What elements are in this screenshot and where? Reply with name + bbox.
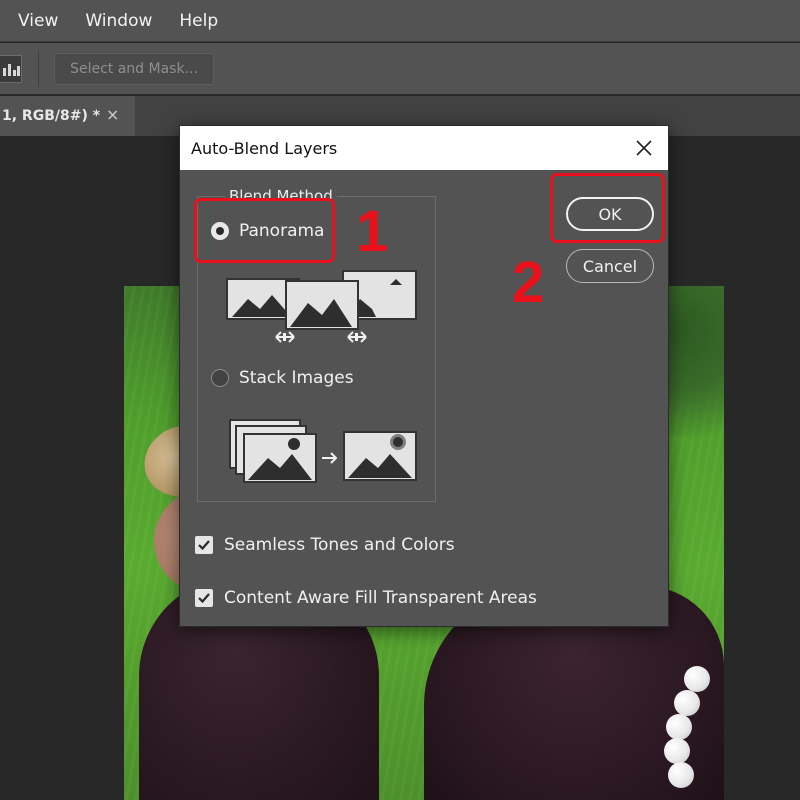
panorama-highlight-box [194,198,335,263]
content-aware-fill-label: Content Aware Fill Transparent Areas [224,588,537,608]
options-bar: Select and Mask... [0,43,800,95]
dialog-title-bar: Auto-Blend Layers [180,126,668,170]
document-tab-title: 1, RGB/8#) * [2,108,101,124]
seamless-tones-label: Seamless Tones and Colors [224,535,455,555]
menu-window[interactable]: Window [76,11,161,31]
stack-images-label: Stack Images [239,368,354,388]
step-2-label: 2 [512,250,545,315]
select-and-mask-button[interactable]: Select and Mask... [54,53,214,85]
step-1-label: 1 [356,199,389,264]
toolbar-divider [38,51,39,87]
stack-images-illustration-icon [229,419,417,483]
histogram-icon[interactable] [0,55,22,83]
content-aware-fill-checkbox[interactable] [195,589,213,607]
tab-close-icon[interactable]: × [106,105,119,124]
cancel-button[interactable]: Cancel [566,249,654,283]
stack-images-option[interactable]: Stack Images [211,368,354,388]
bead-bracelet [664,666,714,800]
menu-help[interactable]: Help [170,11,227,31]
close-icon[interactable] [628,132,660,164]
dialog-title: Auto-Blend Layers [191,138,338,158]
content-aware-fill-option[interactable]: Content Aware Fill Transparent Areas [195,588,537,608]
menu-bar: View Window Help [0,0,800,42]
panorama-illustration-icon [226,270,417,343]
seamless-tones-checkbox[interactable] [195,536,213,554]
menu-view[interactable]: View [9,11,67,31]
seamless-tones-option[interactable]: Seamless Tones and Colors [195,535,455,555]
ok-highlight-box [550,173,665,243]
stack-images-radio[interactable] [211,369,229,387]
